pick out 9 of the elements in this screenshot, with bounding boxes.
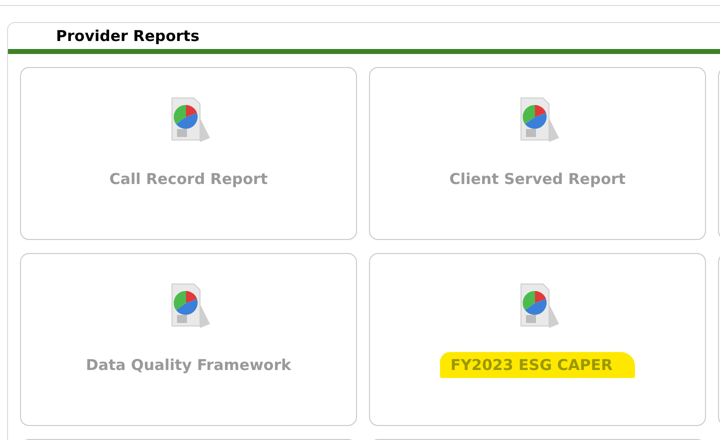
report-title: FY2023 ESG CAPER [440, 352, 635, 378]
report-tile[interactable]: FY2023 ESG CAPER [369, 253, 706, 426]
report-tile[interactable]: Data Quality Framework [20, 253, 357, 426]
report-title: Client Served Report [449, 170, 626, 188]
report-title: Data Quality Framework [86, 356, 292, 374]
panel-title: Provider Reports [56, 27, 200, 45]
report-title: Call Record Report [109, 170, 268, 188]
report-tile[interactable]: Call Record Report [20, 67, 357, 240]
report-tile[interactable]: Client Served Report [369, 67, 706, 240]
